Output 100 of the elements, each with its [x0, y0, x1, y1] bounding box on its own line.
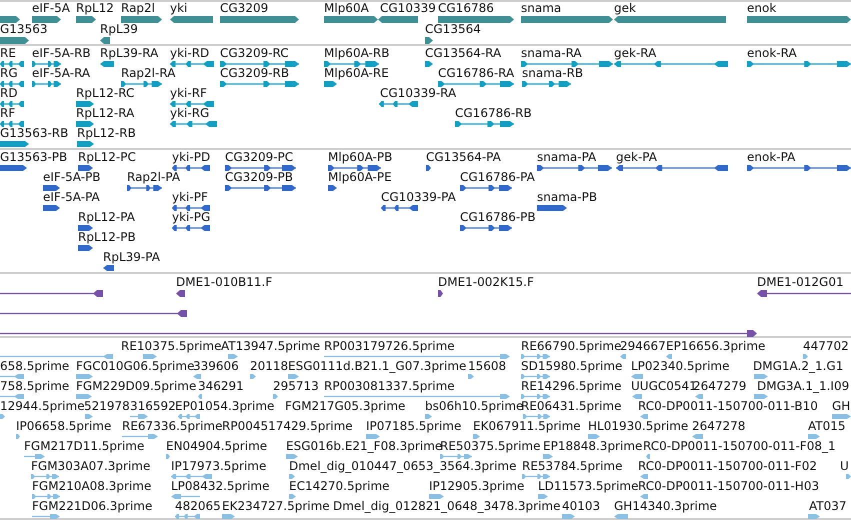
feature-label: CG3209-RC	[220, 46, 289, 60]
feature-label: snama-RB	[522, 66, 584, 80]
feature-label: LP02340.5prime	[631, 359, 730, 373]
feature-label: RpL12-RC	[76, 86, 134, 100]
feature-label: bs06h10.5prime	[425, 399, 524, 413]
feature-label: RE67336.5prime	[122, 419, 222, 433]
feature-label: RE14296.5prime	[521, 379, 622, 393]
feature-label: gek	[614, 1, 636, 15]
feature-label: RpL12	[76, 1, 114, 15]
feature-label: RE	[0, 46, 16, 60]
feature-label: RE10375.5prime	[121, 339, 222, 353]
feature-label: AT13947.5prime	[221, 339, 320, 353]
feature-label: DMG3A.1_1.I09	[757, 379, 850, 393]
feature-label: EK067911.5prime	[473, 419, 581, 433]
feature-label: EP16656.3prime	[666, 339, 766, 353]
feature-label: eIF-5A-PA	[43, 190, 100, 204]
feature-label: CG16786-PB	[460, 210, 536, 224]
feature-label: RD	[0, 86, 18, 100]
feature-label: RE66790.5prime	[521, 339, 622, 353]
feature-label: CG13564-RA	[425, 46, 502, 60]
feature-label: CG13564-PA	[426, 150, 501, 164]
feature-label: CG10339	[380, 1, 436, 15]
feature-label: RG	[0, 66, 18, 80]
feature-label: ESG016b.E21_F08.3prime	[286, 439, 442, 453]
feature-label: gek-PA	[616, 150, 657, 164]
feature-label: yki-PG	[172, 210, 210, 224]
feature-label: Mlp60A-RE	[324, 66, 389, 80]
feature-label: 758.5prime	[0, 379, 70, 393]
feature-label: CG16786-RA	[438, 66, 514, 80]
feature-label: DME1-012G01	[757, 275, 844, 289]
feature-label: HL01930.5prime	[588, 419, 688, 433]
feature-label: IP06658.5prime	[16, 419, 112, 433]
feature-label: EP18848.3prime	[543, 439, 642, 453]
feature-label: G13563	[0, 22, 48, 36]
feature-label: G13563-PB	[0, 150, 68, 164]
feature-label: 12944.5prime	[0, 399, 85, 413]
feature-label: CG3209-RB	[220, 66, 290, 80]
feature-label: RpL12-PA	[78, 210, 135, 224]
feature-label: CG13564	[425, 22, 481, 36]
feature-label: Mlp60A-RB	[324, 46, 390, 60]
feature-label: 15608	[468, 359, 506, 373]
feature-label: yki-PF	[172, 190, 208, 204]
feature-label: yki-RD	[170, 46, 210, 60]
feature-label: IP17973.5prime	[171, 459, 266, 473]
feature-label: Rap2l	[121, 1, 156, 15]
feature-label: EK234727.5prime	[222, 499, 330, 513]
feature-label: LP08432.5prime	[171, 479, 270, 493]
feature-label: G13563-RB	[0, 126, 68, 140]
feature-label: 339606	[193, 359, 239, 373]
feature-label: RC0-DP0011-150700-011-F02	[638, 459, 817, 473]
feature-label: DMG1A.2_1.G1	[753, 359, 844, 373]
feature-label: RP003179726.5prime	[324, 339, 455, 353]
feature-label: yki-RF	[170, 86, 207, 100]
feature-label: FGM221D06.3prime	[32, 499, 152, 513]
feature-label: Mlp60A-PB	[328, 150, 392, 164]
feature-label: yki-PD	[172, 150, 210, 164]
feature-label: enok-RA	[747, 46, 797, 60]
feature-label: eIF-5A-PB	[43, 170, 101, 184]
feature-label: CG16786-RB	[455, 106, 532, 120]
feature-label: RpL39-PA	[103, 250, 160, 264]
feature-label: DME1-010B11.F	[176, 275, 272, 289]
feature-label: Rap2l-PA	[127, 170, 180, 184]
feature-label: LD11573.5prime	[538, 479, 639, 493]
feature-label: 295713	[273, 379, 319, 393]
feature-label: U	[840, 459, 849, 473]
feature-label: GH14340.3prime	[614, 499, 717, 513]
feature-label: DME1-002K15.F	[438, 275, 534, 289]
feature-label: Dmel_dig_012821_0648_3478.3prime	[333, 499, 561, 513]
feature-label: 521978	[84, 399, 130, 413]
feature-label: CG10339-RA	[380, 86, 456, 100]
feature-label: 346291	[198, 379, 244, 393]
feature-label: RP004517429.5prime	[222, 419, 353, 433]
feature-label: FGM303A07.3prime	[31, 459, 150, 473]
feature-label: Mlp60A	[324, 1, 369, 15]
feature-label: RpL12-PB	[78, 230, 136, 244]
feature-label: 2647278	[692, 419, 746, 433]
feature-label: CG10339-PA	[381, 190, 456, 204]
feature-label: snama-PA	[537, 150, 596, 164]
feature-label: RpL12-PC	[78, 150, 136, 164]
feature-label: RE06431.5prime	[521, 399, 622, 413]
feature-label: ESG0111d.B21.1_G07.3prime	[288, 359, 466, 373]
feature-label: RC0-DP0011-150700-011-B10	[638, 399, 818, 413]
feature-label: FGM229D09.5prime	[76, 379, 196, 393]
feature-label: gek-RA	[614, 46, 656, 60]
feature-label: EP01054.3prime	[175, 399, 274, 413]
feature-label: IP12905.3prime	[429, 479, 524, 493]
feature-label: RpL39-RA	[100, 46, 158, 60]
feature-label: CG3209	[220, 1, 268, 15]
feature-label: eIF-5A-RA	[32, 66, 90, 80]
feature-label: RE53784.5prime	[522, 459, 622, 473]
feature-label: CG16786-PA	[460, 170, 535, 184]
feature-label: 20118	[250, 359, 288, 373]
feature-label: snama	[521, 1, 562, 15]
feature-label: snama-PB	[537, 190, 598, 204]
feature-label: snama-RA	[521, 46, 582, 60]
feature-label: 316592	[130, 399, 176, 413]
feature-label: Rap2l-RA	[121, 66, 176, 80]
feature-label: enok	[747, 1, 776, 15]
feature-label: 658.5prime	[0, 359, 70, 373]
feature-label: RF	[0, 106, 16, 120]
